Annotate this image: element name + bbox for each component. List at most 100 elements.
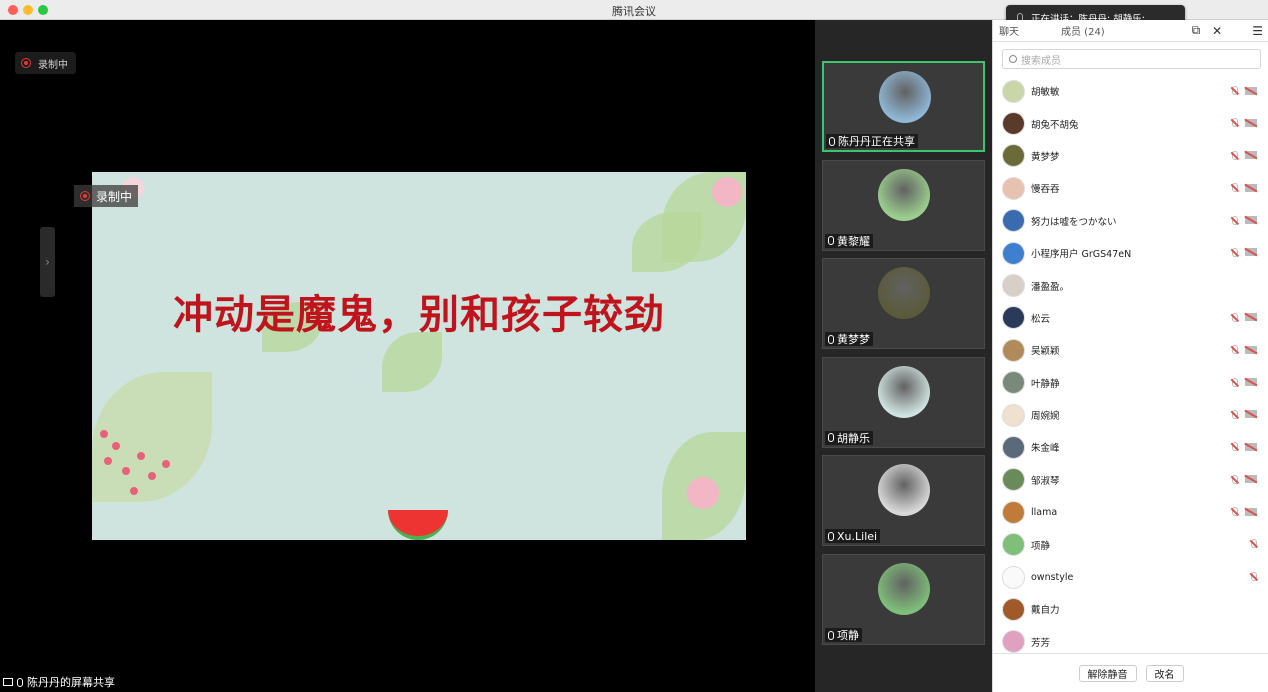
avatar: [1002, 338, 1025, 362]
video-tile[interactable]: 胡静乐: [822, 356, 985, 448]
camera-off-icon[interactable]: [1245, 410, 1257, 419]
mic-muted-icon[interactable]: [1232, 345, 1238, 355]
search-input[interactable]: 搜索成员: [1002, 49, 1261, 69]
camera-off-icon[interactable]: [1245, 378, 1257, 387]
recording-indicator[interactable]: 录制中: [15, 52, 76, 74]
video-tile[interactable]: 陈丹丹正在共享: [822, 61, 985, 152]
member-name: 慢吞吞: [1031, 184, 1060, 196]
tab-members[interactable]: 成员 (24): [1055, 23, 1111, 38]
mic-muted-icon[interactable]: [1232, 118, 1238, 128]
mic-muted-icon[interactable]: [1232, 183, 1238, 193]
member-row[interactable]: 胡敏敏: [993, 75, 1268, 107]
search-icon: [1009, 55, 1017, 63]
avatar: [878, 168, 930, 221]
participant-name: 黄黎耀: [837, 234, 870, 248]
camera-off-icon[interactable]: [1245, 183, 1257, 192]
camera-off-icon[interactable]: [1245, 151, 1257, 160]
member-row[interactable]: 慢吞吞: [993, 172, 1268, 204]
member-row[interactable]: 潘盈盈。: [993, 269, 1268, 301]
mic-icon: [829, 136, 835, 146]
member-row[interactable]: 努力は嘘をつかない: [993, 205, 1268, 237]
video-tile[interactable]: 黄黎耀: [822, 159, 985, 251]
member-row[interactable]: 松云: [993, 302, 1268, 334]
avatar: [1002, 630, 1025, 653]
member-row[interactable]: 吴颖颖: [993, 334, 1268, 366]
participant-name: Xu.Lilei: [837, 529, 878, 543]
member-row[interactable]: 戴自力: [993, 593, 1268, 625]
mic-muted-icon[interactable]: [1232, 215, 1238, 225]
avatar: [1002, 274, 1025, 298]
avatar: [878, 464, 930, 517]
mic-muted-icon[interactable]: [1232, 247, 1238, 257]
rename-button[interactable]: 改名: [1145, 664, 1184, 682]
camera-off-icon[interactable]: [1245, 507, 1257, 516]
menu-icon[interactable]: ☰: [1246, 24, 1268, 38]
avatar: [1002, 597, 1025, 621]
leaf-decoration: [632, 212, 702, 272]
member-row[interactable]: 黄梦梦: [993, 140, 1268, 172]
mic-muted-icon[interactable]: [1232, 474, 1238, 484]
member-name: 芳芳: [1031, 637, 1051, 649]
tile-name-label: Xu.Lilei: [825, 529, 881, 544]
avatar: [1002, 306, 1025, 330]
camera-off-icon[interactable]: [1245, 475, 1257, 484]
popout-icon[interactable]: ⧉: [1186, 23, 1207, 38]
member-name: 胡敏敏: [1031, 87, 1060, 99]
member-row[interactable]: 周婉婉: [993, 399, 1268, 431]
slide-recording-badge: 录制中: [74, 185, 139, 207]
panel-footer: 解除静音 改名: [993, 653, 1268, 692]
member-name: 努力は嘘をつかない: [1031, 216, 1117, 228]
camera-off-icon[interactable]: [1245, 86, 1257, 95]
avatar: [1002, 241, 1025, 265]
avatar: [1002, 435, 1025, 459]
record-icon: [21, 58, 31, 68]
avatar: [879, 71, 931, 123]
member-row[interactable]: 叶静静: [993, 367, 1268, 399]
mic-muted-icon[interactable]: [1251, 539, 1257, 549]
close-icon[interactable]: ✕: [1206, 24, 1228, 38]
member-row[interactable]: 邹淑琴: [993, 464, 1268, 496]
mic-muted-icon[interactable]: [1232, 312, 1238, 322]
camera-off-icon[interactable]: [1245, 248, 1257, 257]
avatar: [878, 365, 930, 418]
mic-muted-icon[interactable]: [1232, 507, 1238, 517]
participant-name: 黄梦梦: [837, 333, 870, 347]
avatar: [1002, 176, 1025, 200]
avatar: [1002, 144, 1025, 168]
tab-chat[interactable]: 聊天: [993, 23, 1025, 38]
avatar: [1002, 468, 1025, 492]
mic-muted-icon[interactable]: [1232, 150, 1238, 160]
unmute-all-button[interactable]: 解除静音: [1078, 664, 1137, 682]
member-row[interactable]: 项静: [993, 528, 1268, 560]
mic-muted-icon[interactable]: [1232, 86, 1238, 95]
mic-icon: [828, 334, 834, 344]
mic-icon: [828, 433, 834, 443]
avatar: [1002, 533, 1025, 557]
member-row[interactable]: 朱金峰: [993, 431, 1268, 463]
video-tile[interactable]: 黄梦梦: [822, 258, 985, 350]
member-row[interactable]: 胡兔不胡兔: [993, 107, 1268, 139]
record-icon: [80, 191, 90, 201]
expand-handle[interactable]: ›: [40, 227, 55, 297]
mic-muted-icon[interactable]: [1251, 571, 1257, 581]
video-tile[interactable]: 项静: [822, 554, 985, 645]
screen-share-area: 录制中 › 冲动是魔鬼，别和孩子较劲 录制中 陈丹丹的屏幕共享: [0, 20, 815, 692]
panel-tabs: 聊天 成员 (24) ⧉ ✕ ☰: [993, 20, 1268, 42]
camera-off-icon[interactable]: [1245, 313, 1257, 322]
member-row[interactable]: ownstyle: [993, 561, 1268, 593]
mic-muted-icon[interactable]: [1232, 442, 1238, 452]
recording-label: 录制中: [38, 59, 68, 71]
member-row[interactable]: 芳芳: [993, 626, 1268, 653]
mic-muted-icon[interactable]: [1232, 377, 1238, 387]
member-row[interactable]: llama: [993, 496, 1268, 528]
camera-off-icon[interactable]: [1245, 442, 1257, 451]
member-name: 吴颖颖: [1031, 346, 1060, 358]
avatar: [1002, 371, 1025, 395]
member-name: 胡兔不胡兔: [1031, 119, 1079, 131]
camera-off-icon[interactable]: [1245, 345, 1257, 354]
video-tile[interactable]: Xu.Lilei: [822, 455, 985, 547]
camera-off-icon[interactable]: [1245, 216, 1257, 225]
member-row[interactable]: 小程序用户 GrGS47eN: [993, 237, 1268, 269]
mic-muted-icon[interactable]: [1232, 409, 1238, 419]
camera-off-icon[interactable]: [1245, 118, 1257, 127]
